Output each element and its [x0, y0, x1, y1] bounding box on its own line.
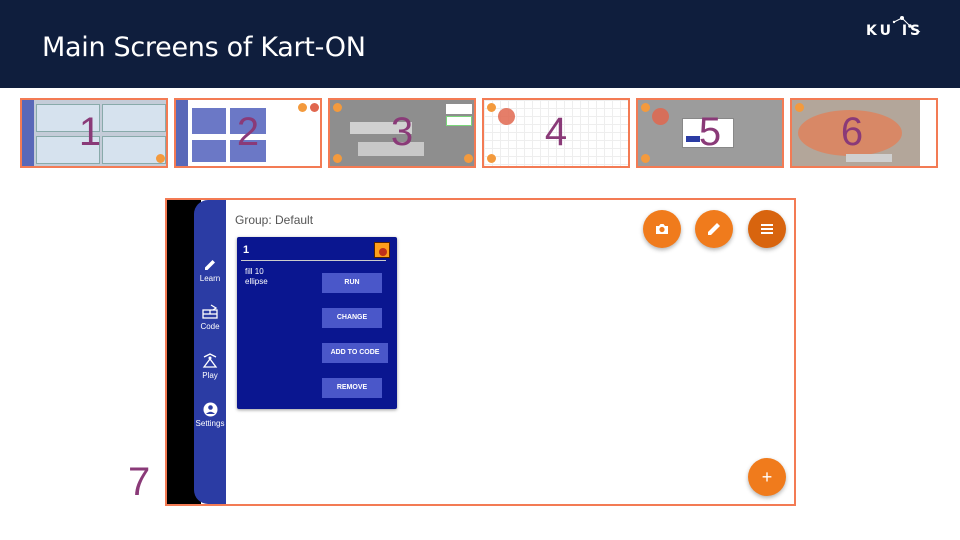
page-title: Main Screens of Kart-ON [42, 32, 366, 63]
thumbnail-number: 6 [840, 110, 864, 154]
thumbnail-1[interactable]: 1 [20, 98, 168, 168]
pencil-icon [205, 260, 215, 270]
thumb-fab [156, 154, 165, 163]
nav-code[interactable]: Code [194, 304, 226, 331]
main-screen-number: 7 [128, 460, 151, 504]
card-thumbnail[interactable] [374, 242, 390, 258]
nav-label: Learn [199, 274, 221, 283]
camera-button[interactable] [643, 210, 681, 248]
settings-icon [203, 402, 217, 417]
add-to-code-button[interactable]: ADD TO CODE [322, 343, 388, 363]
nav-label: Code [200, 322, 220, 331]
nav-label: Play [202, 371, 218, 380]
edit-button[interactable] [695, 210, 733, 248]
menu-button[interactable] [748, 210, 786, 248]
program-card: 1 fill 10 ellipse RUN CHANGE ADD TO CODE… [237, 237, 397, 409]
thumbnail-5[interactable]: 5 [636, 98, 784, 168]
thumb-bar [846, 154, 892, 162]
run-button[interactable]: RUN [322, 273, 382, 293]
thumb-fab [487, 154, 496, 163]
thumbnail-number: 1 [78, 110, 102, 154]
thumbnail-number: 4 [544, 110, 568, 154]
nav-label: Settings [195, 419, 225, 428]
group-label: Group: Default [235, 213, 314, 227]
card-divider [241, 260, 386, 261]
nav-play[interactable]: Play [194, 353, 226, 380]
thumbnail-6[interactable]: 6 [790, 98, 938, 168]
thumbnail-3[interactable]: 3 [328, 98, 476, 168]
remove-button[interactable]: REMOVE [322, 378, 382, 398]
kuis-logo: KU IS [864, 16, 940, 46]
add-button[interactable]: + [748, 458, 786, 496]
app-sidebar: Learn Code Play Settings [194, 200, 226, 504]
menu-icon [761, 224, 773, 234]
code-icon [202, 304, 218, 319]
thumbnail-number: 2 [236, 110, 260, 154]
thumbnail-number: 3 [390, 110, 414, 154]
thumb-fab [641, 154, 650, 163]
card-code: fill 10 ellipse [245, 267, 268, 286]
play-icon [202, 353, 218, 368]
camera-icon [656, 224, 668, 234]
card-title: 1 [243, 244, 250, 256]
header-bar: Main Screens of Kart-ON KU IS [0, 0, 960, 88]
nav-settings[interactable]: Settings [194, 402, 226, 428]
thumbnail-4[interactable]: 4 [482, 98, 630, 168]
thumb-fab [333, 154, 342, 163]
main-screen: Learn Code Play Settings Group: Default … [165, 198, 796, 506]
thumbnail-number: 5 [698, 110, 722, 154]
change-button[interactable]: CHANGE [322, 308, 382, 328]
pencil-icon [708, 223, 720, 235]
logo-text: KU IS [866, 23, 924, 39]
nav-learn[interactable]: Learn [194, 258, 226, 283]
thumb-fab [464, 154, 473, 163]
thumbnail-2[interactable]: 2 [174, 98, 322, 168]
